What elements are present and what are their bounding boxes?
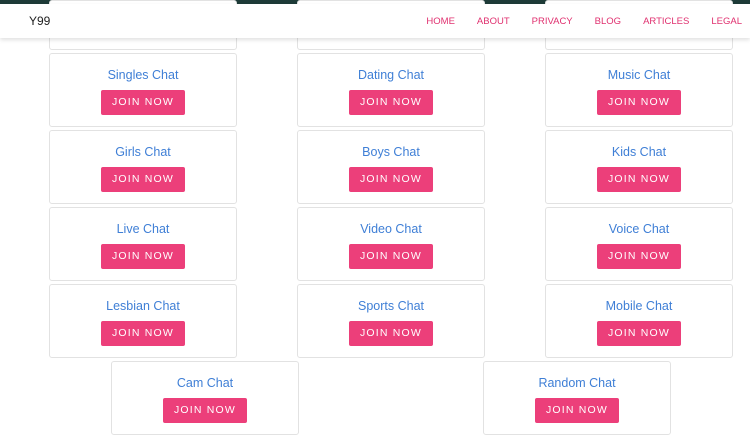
card-title[interactable]: Live Chat [50,222,236,236]
chat-card-sports: Sports Chat JOIN NOW [297,284,485,358]
nav-legal[interactable]: LEGAL [711,16,742,27]
chat-card-singles: Singles Chat JOIN NOW [49,53,237,127]
nav-links: HOME ABOUT PRIVACY BLOG ARTICLES LEGAL [404,16,742,27]
join-now-button[interactable]: JOIN NOW [597,90,681,115]
chat-card-mobile: Mobile Chat JOIN NOW [545,284,733,358]
chat-card-lesbian: Lesbian Chat JOIN NOW [49,284,237,358]
chat-card-dating: Dating Chat JOIN NOW [297,53,485,127]
chat-card-kids: Kids Chat JOIN NOW [545,130,733,204]
chat-card-voice: Voice Chat JOIN NOW [545,207,733,281]
card-title[interactable]: Sports Chat [298,299,484,313]
card-title[interactable]: Music Chat [546,68,732,82]
join-now-button[interactable]: JOIN NOW [349,321,433,346]
brand-logo[interactable]: Y99 [29,14,50,28]
card-title[interactable]: Voice Chat [546,222,732,236]
chat-card-cam: Cam Chat JOIN NOW [111,361,299,435]
join-now-button[interactable]: JOIN NOW [101,321,185,346]
chat-card-girls: Girls Chat JOIN NOW [49,130,237,204]
chat-card-boys: Boys Chat JOIN NOW [297,130,485,204]
card-title[interactable]: Random Chat [484,376,670,390]
join-now-button[interactable]: JOIN NOW [349,244,433,269]
join-now-button[interactable]: JOIN NOW [101,90,185,115]
join-now-button[interactable]: JOIN NOW [101,167,185,192]
join-now-button[interactable]: JOIN NOW [535,398,619,423]
join-now-button[interactable]: JOIN NOW [597,244,681,269]
chat-card-random: Random Chat JOIN NOW [483,361,671,435]
card-title[interactable]: Kids Chat [546,145,732,159]
nav-privacy[interactable]: PRIVACY [532,16,573,27]
nav-blog[interactable]: BLOG [595,16,621,27]
card-title[interactable]: Girls Chat [50,145,236,159]
card-title[interactable]: Video Chat [298,222,484,236]
card-title[interactable]: Boys Chat [298,145,484,159]
card-title[interactable]: Dating Chat [298,68,484,82]
nav-about[interactable]: ABOUT [477,16,510,27]
navbar: Y99 HOME ABOUT PRIVACY BLOG ARTICLES LEG… [0,4,750,38]
join-now-button[interactable]: JOIN NOW [597,321,681,346]
chat-card-video: Video Chat JOIN NOW [297,207,485,281]
card-title[interactable]: Mobile Chat [546,299,732,313]
chat-card-live: Live Chat JOIN NOW [49,207,237,281]
chat-card-music: Music Chat JOIN NOW [545,53,733,127]
nav-home[interactable]: HOME [426,16,455,27]
card-title[interactable]: Singles Chat [50,68,236,82]
join-now-button[interactable]: JOIN NOW [349,167,433,192]
nav-articles[interactable]: ARTICLES [643,16,689,27]
card-title[interactable]: Cam Chat [112,376,298,390]
join-now-button[interactable]: JOIN NOW [597,167,681,192]
join-now-button[interactable]: JOIN NOW [101,244,185,269]
join-now-button[interactable]: JOIN NOW [163,398,247,423]
join-now-button[interactable]: JOIN NOW [349,90,433,115]
card-title[interactable]: Lesbian Chat [50,299,236,313]
